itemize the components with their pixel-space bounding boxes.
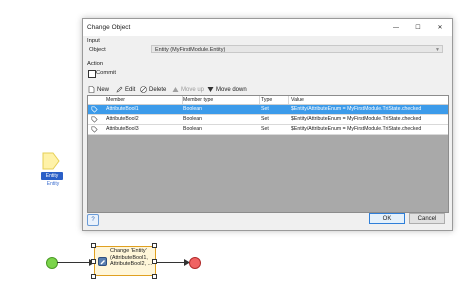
edit-label: Edit xyxy=(125,86,136,93)
column-header-type[interactable]: Type xyxy=(261,96,272,104)
cell-member-type: Boolean xyxy=(183,126,203,132)
cell-member: AttributeBool1 xyxy=(106,106,139,112)
tag-icon xyxy=(91,116,98,123)
new-button[interactable]: New xyxy=(88,85,109,94)
cell-member-type: Boolean xyxy=(183,106,203,112)
maximize-icon: ☐ xyxy=(415,25,421,31)
chevron-down-icon: ▼ xyxy=(435,47,440,53)
cell-value: $Entity/AttributeEnum = MyFirstModule.Tr… xyxy=(291,106,422,112)
move-up-button[interactable]: Move up xyxy=(172,85,204,94)
column-divider[interactable] xyxy=(288,96,289,104)
help-icon: ? xyxy=(91,217,95,223)
selection-handle[interactable] xyxy=(91,243,96,248)
column-header-value[interactable]: Value xyxy=(291,96,304,104)
cell-value: $Entity/AttributeEnum = MyFirstModule.Tr… xyxy=(291,116,422,122)
column-header-member[interactable]: Member xyxy=(106,96,125,104)
table-row[interactable]: AttributeBool3 Boolean Set $Entity/Attri… xyxy=(88,125,448,135)
new-label: New xyxy=(97,86,110,93)
cell-value: $Entity/AttributeEnum = MyFirstModule.Tr… xyxy=(291,126,422,132)
tag-icon xyxy=(91,106,98,113)
entity-shape[interactable] xyxy=(42,152,60,170)
delete-icon xyxy=(140,86,147,93)
ok-button[interactable]: OK xyxy=(369,213,405,224)
cell-member: AttributeBool2 xyxy=(106,116,139,122)
pencil-icon xyxy=(116,86,123,93)
cell-member-type: Boolean xyxy=(183,116,203,122)
entity-badge[interactable]: Entity xyxy=(41,172,63,180)
edit-button[interactable]: Edit xyxy=(116,85,135,94)
help-button[interactable]: ? xyxy=(87,214,99,226)
cell-type: Set xyxy=(261,126,269,132)
selection-handle[interactable] xyxy=(91,259,96,264)
move-up-label: Move up xyxy=(181,86,205,93)
start-event[interactable] xyxy=(46,257,58,269)
cell-type: Set xyxy=(261,106,269,112)
object-label: Object xyxy=(89,47,106,53)
maximize-button[interactable]: ☐ xyxy=(407,19,429,36)
entity-subtitle: Entity xyxy=(46,181,60,187)
dialog-titlebar[interactable]: Change Object — ☐ ✕ xyxy=(83,19,452,36)
delete-button[interactable]: Delete xyxy=(140,85,166,94)
commit-label: Commit xyxy=(96,70,116,76)
column-divider[interactable] xyxy=(259,96,260,104)
object-select[interactable]: Entity (MyFirstModule.Entity) ▼ xyxy=(151,45,443,53)
dialog-title: Change Object xyxy=(87,24,131,31)
commit-checkbox[interactable] xyxy=(88,70,96,78)
grid-header: Member Member type Type Value xyxy=(88,96,448,105)
activity-caption: Change 'Entity' (AttributeBool1, Attribu… xyxy=(110,248,153,268)
change-object-dialog: Change Object — ☐ ✕ Input Object Entity … xyxy=(82,18,453,231)
minimize-icon: — xyxy=(393,24,399,31)
triangle-up-icon xyxy=(172,87,179,92)
input-section-label: Input xyxy=(87,38,100,44)
minimize-button[interactable]: — xyxy=(385,19,407,36)
cell-member: AttributeBool3 xyxy=(106,126,139,132)
delete-label: Delete xyxy=(149,86,167,93)
close-button[interactable]: ✕ xyxy=(429,19,451,36)
selection-handle[interactable] xyxy=(91,274,96,279)
close-icon: ✕ xyxy=(437,25,443,31)
object-select-value: Entity (MyFirstModule.Entity) xyxy=(155,47,226,53)
change-object-icon xyxy=(98,257,107,266)
end-event[interactable] xyxy=(189,257,201,269)
new-document-icon xyxy=(88,86,95,93)
change-object-activity[interactable]: Change 'Entity' (AttributeBool1, Attribu… xyxy=(94,246,156,276)
cancel-button[interactable]: Cancel xyxy=(409,213,445,224)
table-row[interactable]: AttributeBool2 Boolean Set $Entity/Attri… xyxy=(88,115,448,125)
selection-handle[interactable] xyxy=(152,243,157,248)
column-header-member-type[interactable]: Member type xyxy=(183,96,213,104)
tag-icon xyxy=(91,126,98,133)
members-grid[interactable]: Member Member type Type Value AttributeB… xyxy=(87,95,449,213)
triangle-down-icon xyxy=(207,87,214,92)
selection-handle[interactable] xyxy=(152,274,157,279)
move-down-button[interactable]: Move down xyxy=(207,85,247,94)
action-section-label: Action xyxy=(87,61,104,67)
move-down-label: Move down xyxy=(216,86,247,93)
table-row[interactable]: AttributeBool1 Boolean Set $Entity/Attri… xyxy=(88,105,448,115)
cell-type: Set xyxy=(261,116,269,122)
